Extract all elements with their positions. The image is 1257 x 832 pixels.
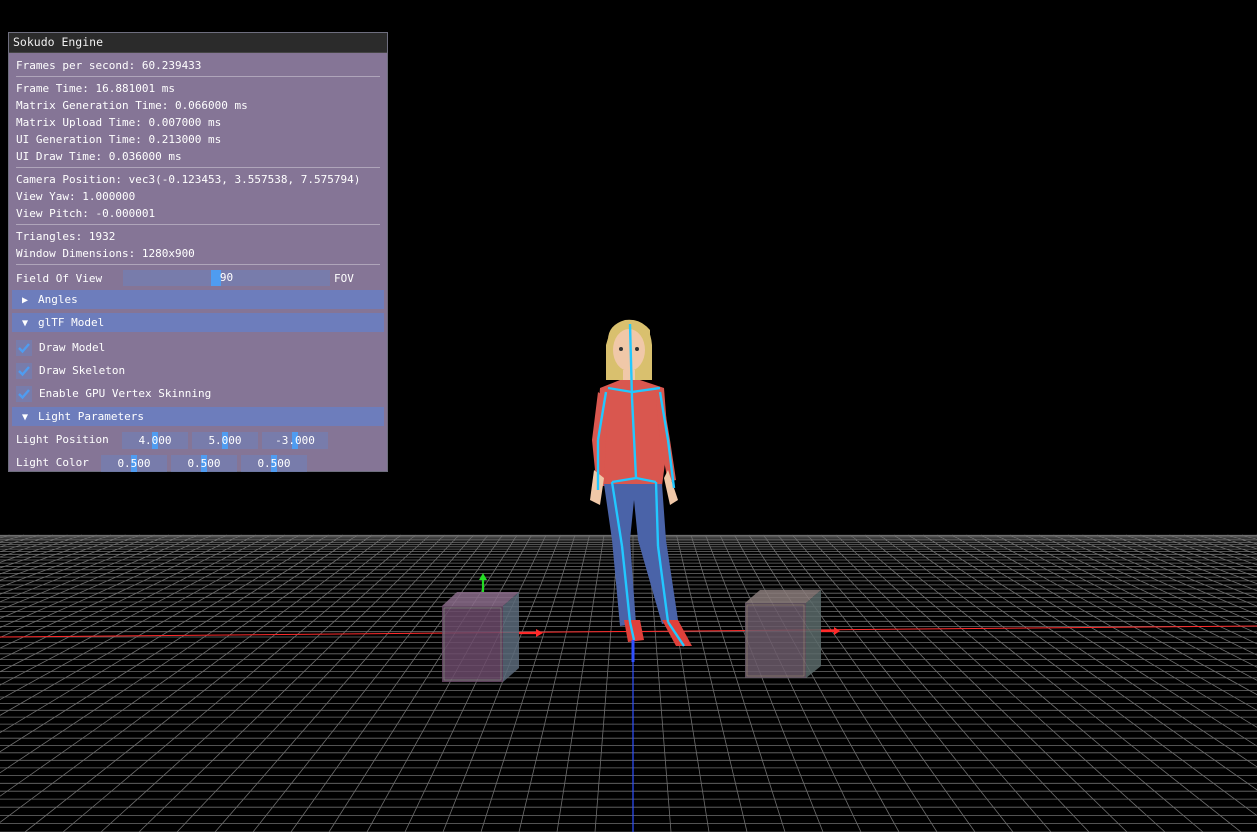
separator bbox=[16, 224, 380, 225]
light-color-label: Light Color bbox=[16, 456, 89, 469]
matrix-upload-text: Matrix Upload Time: 0.007000 ms bbox=[16, 116, 222, 129]
angles-header[interactable]: ▶ Angles bbox=[12, 290, 384, 309]
light-parameters-header[interactable]: ▼ Light Parameters bbox=[12, 407, 384, 426]
check-icon bbox=[18, 342, 30, 353]
gpu-skinning-checkbox[interactable] bbox=[16, 385, 32, 402]
draw-model-label: Draw Model bbox=[39, 341, 106, 354]
window-dimensions-text: Window Dimensions: 1280x900 bbox=[16, 247, 195, 260]
fov-row: Field Of View 90 FOV bbox=[16, 268, 380, 288]
separator bbox=[16, 167, 380, 168]
camera-position-text: Camera Position: vec3(-0.123453, 3.55753… bbox=[16, 173, 361, 186]
light-position-row: Light Position 4.000 5.000 -3.000 bbox=[16, 430, 380, 453]
light-color-row: Light Color 0.500 0.500 0.500 bbox=[16, 453, 380, 476]
ui-draw-text: UI Draw Time: 0.036000 ms bbox=[16, 150, 182, 163]
view-yaw-text: View Yaw: 1.000000 bbox=[16, 190, 136, 203]
angles-header-label: Angles bbox=[38, 293, 78, 306]
fov-slider[interactable]: 90 bbox=[123, 270, 330, 286]
light-color-g-drag[interactable]: 0.500 bbox=[171, 455, 237, 472]
draw-skeleton-checkbox[interactable] bbox=[16, 362, 32, 379]
light-color-r-drag[interactable]: 0.500 bbox=[101, 455, 167, 472]
gltf-model-header-label: glTF Model bbox=[38, 316, 105, 329]
separator bbox=[16, 76, 380, 77]
draw-skeleton-label: Draw Skeleton bbox=[39, 364, 126, 377]
panel-title-bar[interactable]: Sokudo Engine bbox=[9, 33, 387, 53]
gpu-skinning-row[interactable]: Enable GPU Vertex Skinning bbox=[16, 382, 380, 405]
gpu-skinning-label: Enable GPU Vertex Skinning bbox=[39, 387, 212, 400]
triangle-down-icon: ▼ bbox=[22, 412, 29, 423]
light-position-z-value: -3.000 bbox=[275, 434, 315, 447]
light-color-b-drag[interactable]: 0.500 bbox=[241, 455, 307, 472]
draw-model-checkbox[interactable] bbox=[16, 339, 32, 356]
light-color-b-value: 0.500 bbox=[257, 457, 291, 470]
light-position-label: Light Position bbox=[16, 433, 109, 446]
fov-slider-value: 90 bbox=[219, 271, 234, 284]
matrix-generation-text: Matrix Generation Time: 0.066000 ms bbox=[16, 99, 248, 112]
fps-text: Frames per second: 60.239433 bbox=[16, 59, 202, 72]
light-parameters-header-label: Light Parameters bbox=[38, 410, 144, 423]
fov-suffix-label: FOV bbox=[334, 271, 354, 285]
light-position-y-value: 5.000 bbox=[208, 434, 242, 447]
fov-label: Field Of View bbox=[16, 271, 103, 285]
panel-body: Frames per second: 60.239433 Frame Time:… bbox=[9, 53, 387, 476]
light-position-z-drag[interactable]: -3.000 bbox=[262, 432, 328, 449]
light-color-r-value: 0.500 bbox=[117, 457, 151, 470]
triangles-text: Triangles: 1932 bbox=[16, 230, 116, 243]
check-icon bbox=[18, 388, 30, 399]
separator bbox=[16, 264, 380, 265]
light-position-y-drag[interactable]: 5.000 bbox=[192, 432, 258, 449]
triangle-down-icon: ▼ bbox=[22, 318, 29, 329]
frame-time-text: Frame Time: 16.881001 ms bbox=[16, 82, 175, 95]
view-pitch-text: View Pitch: -0.000001 bbox=[16, 207, 156, 220]
draw-skeleton-row[interactable]: Draw Skeleton bbox=[16, 359, 380, 382]
draw-model-row[interactable]: Draw Model bbox=[16, 336, 380, 359]
light-color-g-value: 0.500 bbox=[187, 457, 221, 470]
light-position-x-value: 4.000 bbox=[138, 434, 172, 447]
check-icon bbox=[18, 365, 30, 376]
ui-generation-text: UI Generation Time: 0.213000 ms bbox=[16, 133, 222, 146]
debug-panel[interactable]: Sokudo Engine Frames per second: 60.2394… bbox=[8, 32, 388, 472]
triangle-right-icon: ▶ bbox=[22, 295, 29, 306]
light-position-x-drag[interactable]: 4.000 bbox=[122, 432, 188, 449]
panel-title: Sokudo Engine bbox=[13, 35, 104, 49]
gltf-model-header[interactable]: ▼ glTF Model bbox=[12, 313, 384, 332]
